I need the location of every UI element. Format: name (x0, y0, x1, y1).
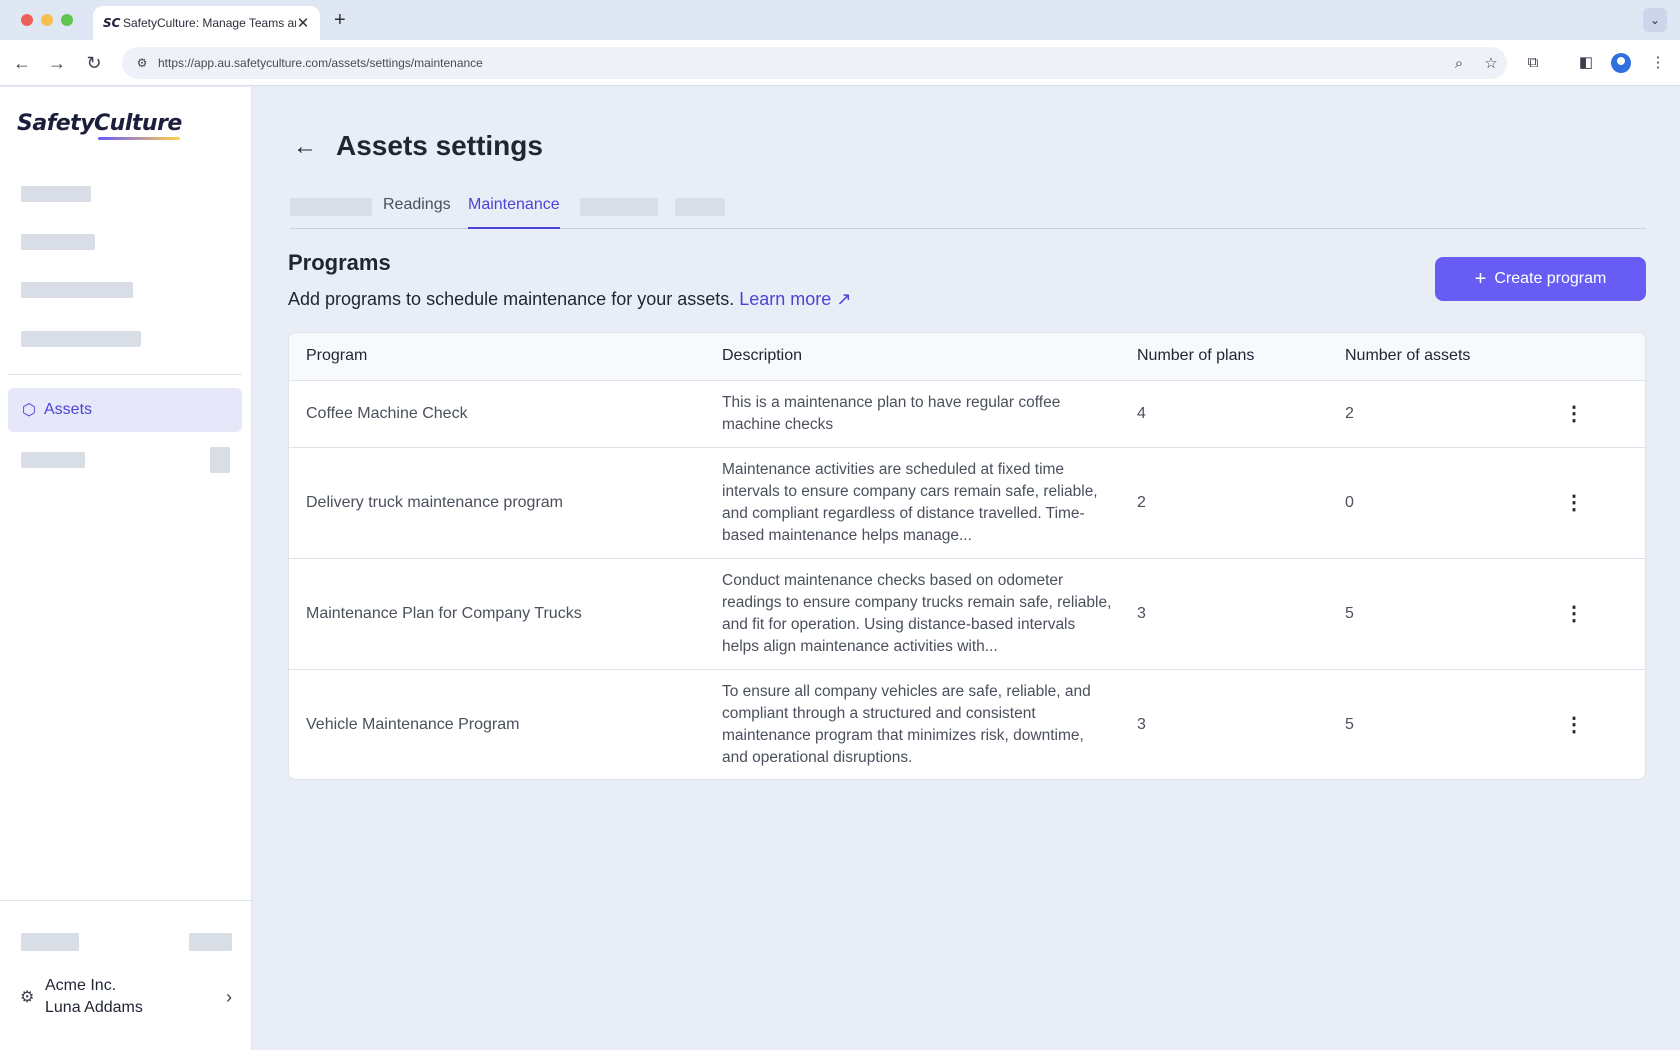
program-name[interactable]: Vehicle Maintenance Program (306, 716, 519, 734)
back-icon[interactable]: ← (9, 50, 35, 76)
bookmark-star-icon[interactable]: ☆ (1475, 54, 1507, 72)
tab-placeholder[interactable] (290, 198, 372, 216)
sidebar-item-placeholder[interactable] (21, 331, 141, 347)
address-bar[interactable]: ⚙ https://app.au.safetyculture.com/asset… (122, 47, 1507, 79)
browser-tab-title: SafetyCulture: Manage Teams and... (123, 16, 296, 30)
sidebar-item-label: Assets (44, 401, 93, 418)
column-header-assets: Number of assets (1345, 347, 1471, 364)
tab-placeholder[interactable] (580, 198, 658, 216)
tab-placeholder[interactable] (675, 198, 725, 216)
table-row[interactable]: Coffee Machine Check This is a maintenan… (289, 381, 1645, 448)
learn-more-link[interactable]: Learn more ↗ (739, 289, 851, 309)
sidebar-item-placeholder[interactable] (21, 186, 91, 202)
more-options-icon[interactable]: ⋮ (1564, 712, 1584, 737)
column-header-program: Program (306, 347, 368, 364)
close-window-button[interactable] (21, 14, 33, 26)
browser-tab[interactable]: SC SafetyCulture: Manage Teams and... ✕ (93, 6, 320, 40)
settings-tabs: Readings Maintenance (290, 190, 1646, 229)
more-options-icon[interactable]: ⋮ (1564, 401, 1584, 426)
table-row[interactable]: Delivery truck maintenance program Maint… (289, 448, 1645, 559)
url-text[interactable]: https://app.au.safetyculture.com/assets/… (158, 56, 1443, 70)
browser-menu-icon[interactable]: ⋮ (1647, 52, 1669, 74)
browser-toolbar: ← → ↻ ⚙ https://app.au.safetyculture.com… (0, 40, 1680, 86)
sidebar-item-assets[interactable]: ⬡ Assets (8, 388, 242, 432)
page-title: Assets settings (336, 130, 543, 161)
close-tab-icon[interactable]: ✕ (296, 14, 310, 32)
back-arrow-icon[interactable]: ← (293, 133, 317, 161)
learn-more-label: Learn more (739, 289, 832, 309)
org-name: Acme Inc. (45, 977, 117, 994)
section-description: Add programs to schedule maintenance for… (288, 289, 851, 310)
sidebar-divider (8, 374, 242, 375)
sidebar-badge-placeholder (210, 447, 230, 473)
create-program-label: Create program (1494, 270, 1607, 287)
more-options-icon[interactable]: ⋮ (1564, 601, 1584, 626)
org-switcher[interactable]: ⚙ Acme Inc. Luna Addams › (20, 975, 232, 1019)
plus-icon: + (1474, 267, 1487, 290)
program-description: To ensure all company vehicles are safe,… (722, 683, 1091, 766)
minimize-window-button[interactable] (41, 14, 53, 26)
section-description-text: Add programs to schedule maintenance for… (288, 289, 735, 309)
column-header-description: Description (722, 347, 803, 364)
program-name[interactable]: Maintenance Plan for Company Trucks (306, 605, 582, 623)
tab-readings[interactable]: Readings (383, 196, 451, 214)
asset-count: 5 (1345, 716, 1354, 733)
create-program-button[interactable]: + Create program (1435, 257, 1646, 301)
tab-search-chevron-icon[interactable]: ⌄ (1643, 8, 1667, 32)
user-name: Luna Addams (45, 999, 143, 1016)
asset-count: 5 (1345, 605, 1354, 622)
sidebar-item-placeholder[interactable] (21, 452, 85, 468)
new-tab-icon[interactable]: + (334, 9, 346, 32)
tab-maintenance[interactable]: Maintenance (468, 196, 560, 229)
sidebar-bottom-placeholder[interactable] (189, 933, 232, 951)
external-link-icon: ↗ (836, 289, 852, 309)
program-name[interactable]: Coffee Machine Check (306, 405, 468, 423)
programs-table: Program Description Number of plans Numb… (288, 332, 1646, 780)
cube-icon: ⬡ (22, 402, 36, 419)
side-panel-icon[interactable]: ◧ (1575, 52, 1597, 74)
plan-count: 3 (1137, 716, 1146, 733)
program-description: Conduct maintenance checks based on odom… (722, 572, 1112, 655)
sidebar-bottom-placeholder[interactable] (21, 933, 79, 951)
forward-icon[interactable]: → (44, 50, 70, 76)
sidebar-item-placeholder[interactable] (21, 282, 133, 298)
table-header: Program Description Number of plans Numb… (289, 333, 1645, 381)
reload-icon[interactable]: ↻ (81, 50, 107, 76)
safetyculture-favicon-icon: SC (103, 16, 121, 30)
browser-tab-bar: SC SafetyCulture: Manage Teams and... ✕ … (0, 0, 1680, 40)
more-options-icon[interactable]: ⋮ (1564, 490, 1584, 515)
logo-underline (98, 137, 180, 140)
column-header-plans: Number of plans (1137, 347, 1255, 364)
program-name[interactable]: Delivery truck maintenance program (306, 494, 563, 512)
safetyculture-logo[interactable]: SafetyCulture (17, 111, 182, 136)
profile-avatar-icon[interactable] (1611, 53, 1631, 73)
table-row[interactable]: Vehicle Maintenance Program To ensure al… (289, 670, 1645, 779)
program-description: This is a maintenance plan to have regul… (722, 394, 1061, 433)
section-title: Programs (288, 250, 391, 275)
extensions-icon[interactable]: ⧉ (1522, 52, 1544, 74)
gear-icon: ⚙ (20, 989, 35, 1006)
site-info-icon[interactable]: ⚙ (126, 56, 158, 70)
sidebar: SafetyCulture ⬡ Assets ⚙ Acme Inc. Luna … (0, 87, 252, 1050)
zoom-icon[interactable]: ⌕ (1443, 55, 1475, 72)
sidebar-item-placeholder[interactable] (21, 234, 95, 250)
chevron-right-icon: › (226, 986, 232, 1007)
sidebar-bottom-divider (0, 900, 252, 901)
plan-count: 3 (1137, 605, 1146, 622)
asset-count: 0 (1345, 494, 1354, 511)
maximize-window-button[interactable] (61, 14, 73, 26)
asset-count: 2 (1345, 405, 1354, 422)
plan-count: 4 (1137, 405, 1146, 422)
table-row[interactable]: Maintenance Plan for Company Trucks Cond… (289, 559, 1645, 670)
plan-count: 2 (1137, 494, 1146, 511)
program-description: Maintenance activities are scheduled at … (722, 461, 1098, 544)
